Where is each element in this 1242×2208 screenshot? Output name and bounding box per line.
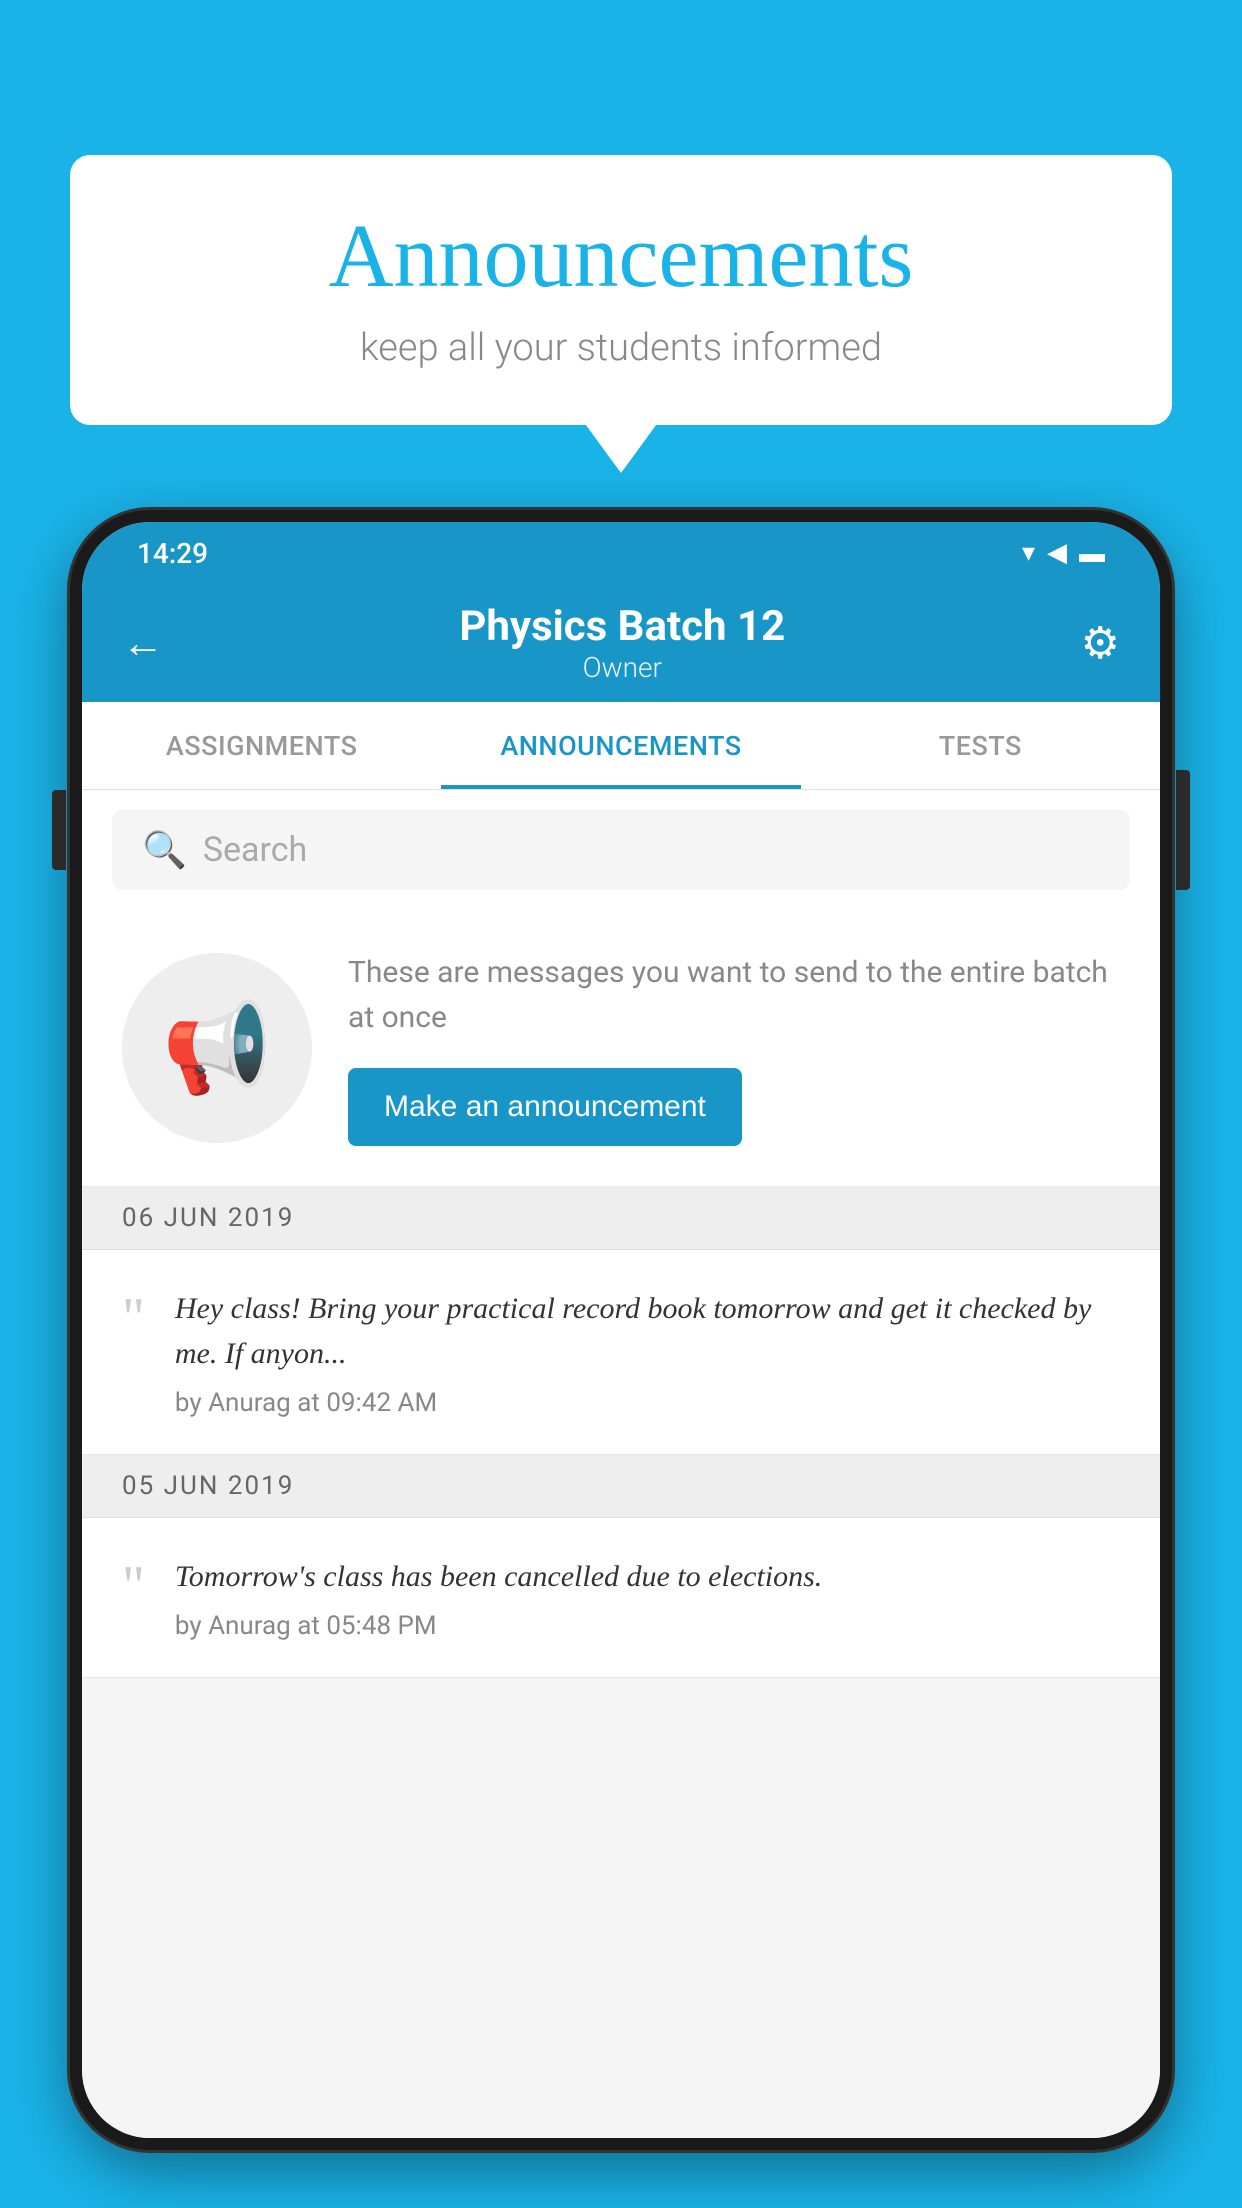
tab-tests[interactable]: TESTS: [801, 702, 1160, 789]
announcement-text-1: Hey class! Bring your practical record b…: [175, 1286, 1120, 1376]
phone-wrapper: 14:29 ▾ ◀ ▬ ← Physics Batch 12 Owner ⚙: [70, 510, 1172, 2208]
announcement-text-block-2: Tomorrow's class has been cancelled due …: [175, 1554, 1120, 1641]
signal-icon: ◀: [1047, 538, 1067, 568]
search-placeholder: Search: [203, 830, 307, 870]
announcement-description: These are messages you want to send to t…: [348, 950, 1120, 1040]
search-bar[interactable]: 🔍 Search: [112, 810, 1130, 890]
announcement-text-block-1: Hey class! Bring your practical record b…: [175, 1286, 1120, 1418]
make-announcement-button[interactable]: Make an announcement: [348, 1068, 742, 1146]
status-icons: ▾ ◀ ▬: [1022, 538, 1105, 569]
header-subtitle: Owner: [164, 651, 1081, 684]
date-separator-1: 06 JUN 2019: [82, 1187, 1160, 1250]
search-bar-container: 🔍 Search: [82, 790, 1160, 910]
announcement-item-1[interactable]: " Hey class! Bring your practical record…: [82, 1250, 1160, 1455]
search-icon: 🔍: [142, 829, 187, 871]
header-title: Physics Batch 12: [164, 602, 1081, 651]
announcement-text-2: Tomorrow's class has been cancelled due …: [175, 1554, 1120, 1599]
phone-outer: 14:29 ▾ ◀ ▬ ← Physics Batch 12 Owner ⚙: [70, 510, 1172, 2150]
date-separator-2: 05 JUN 2019: [82, 1455, 1160, 1518]
speech-bubble-container: Announcements keep all your students inf…: [70, 155, 1172, 425]
megaphone-icon: 📢: [162, 997, 272, 1100]
quote-icon-1: ": [122, 1290, 145, 1346]
tab-bar: ASSIGNMENTS ANNOUNCEMENTS TESTS: [82, 702, 1160, 790]
tab-announcements[interactable]: ANNOUNCEMENTS: [441, 702, 800, 789]
settings-icon[interactable]: ⚙: [1081, 617, 1120, 669]
app-header: ← Physics Batch 12 Owner ⚙: [82, 584, 1160, 702]
announcement-prompt-card: 📢 These are messages you want to send to…: [82, 910, 1160, 1187]
announcement-item-2[interactable]: " Tomorrow's class has been cancelled du…: [82, 1518, 1160, 1678]
announcements-heading: Announcements: [130, 205, 1112, 308]
phone-inner: 14:29 ▾ ◀ ▬ ← Physics Batch 12 Owner ⚙: [82, 522, 1160, 2138]
announcement-meta-2: by Anurag at 05:48 PM: [175, 1611, 437, 1641]
announcement-meta-1: by Anurag at 09:42 AM: [175, 1388, 437, 1418]
content-area: 🔍 Search 📢 These are messages you want t…: [82, 790, 1160, 2138]
announcements-subtitle: keep all your students informed: [130, 326, 1112, 370]
tab-assignments[interactable]: ASSIGNMENTS: [82, 702, 441, 789]
wifi-icon: ▾: [1022, 538, 1035, 568]
phone-content: 14:29 ▾ ◀ ▬ ← Physics Batch 12 Owner ⚙: [82, 522, 1160, 2138]
back-button[interactable]: ←: [122, 619, 164, 668]
quote-icon-2: ": [122, 1558, 145, 1614]
header-title-block: Physics Batch 12 Owner: [164, 602, 1081, 684]
megaphone-circle: 📢: [122, 953, 312, 1143]
battery-icon: ▬: [1079, 538, 1105, 569]
announcement-card-text: These are messages you want to send to t…: [348, 950, 1120, 1146]
status-bar: 14:29 ▾ ◀ ▬: [82, 522, 1160, 584]
status-time: 14:29: [137, 537, 208, 570]
speech-bubble: Announcements keep all your students inf…: [70, 155, 1172, 425]
